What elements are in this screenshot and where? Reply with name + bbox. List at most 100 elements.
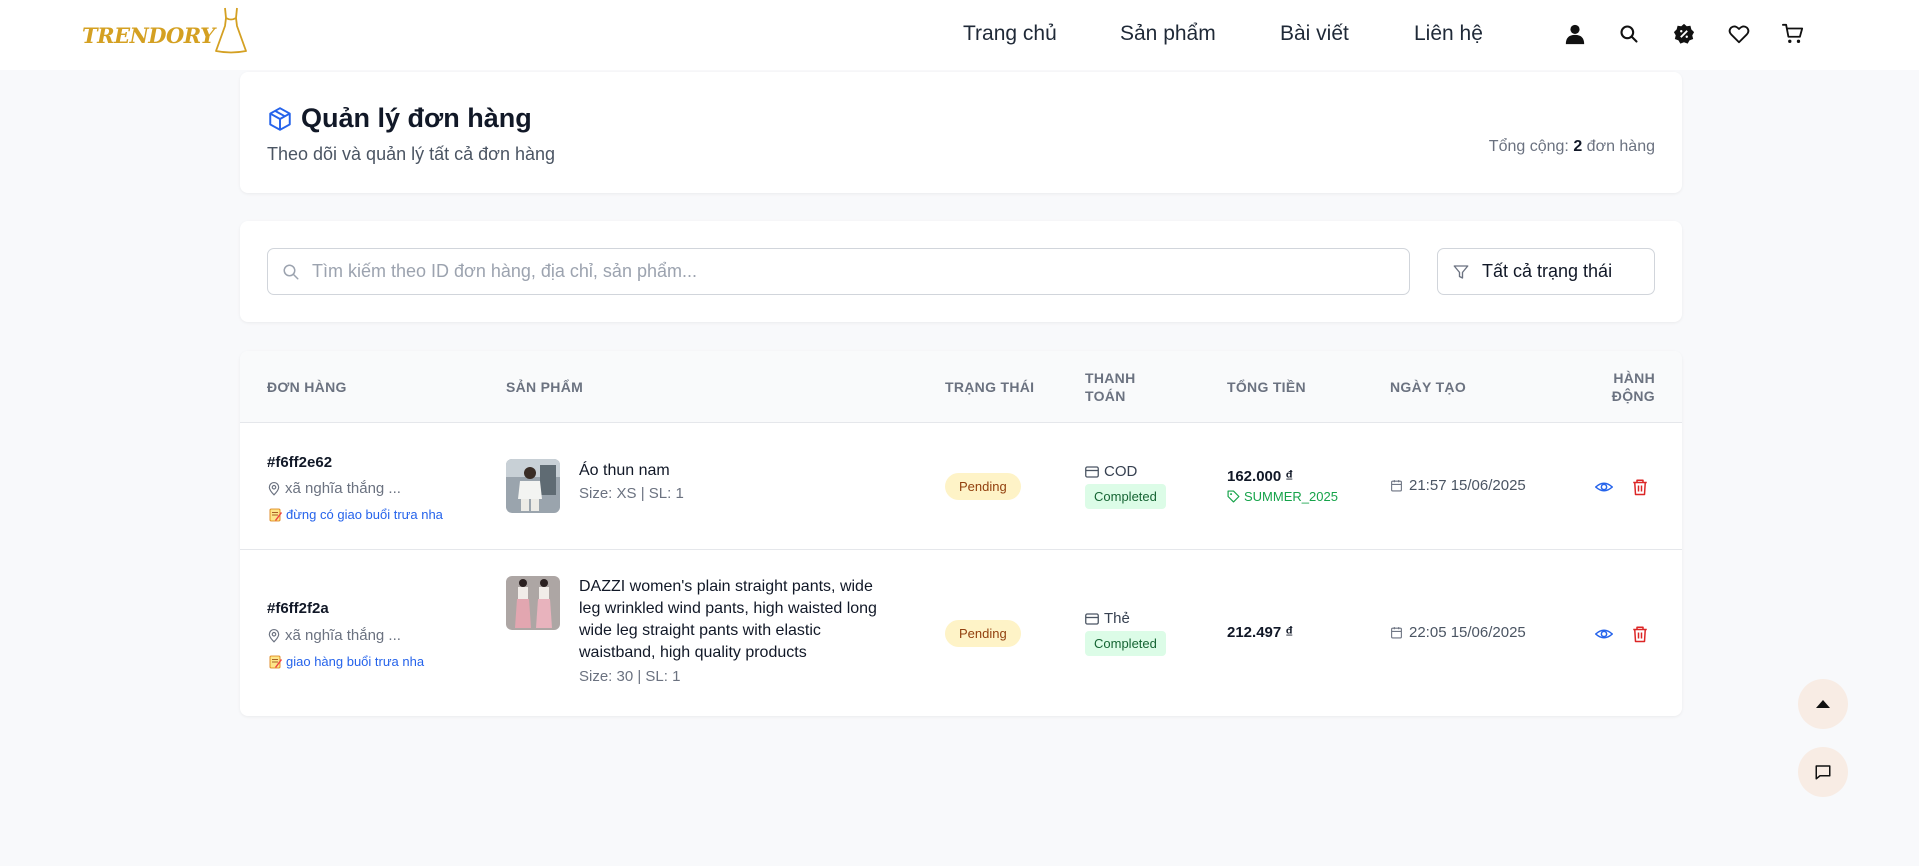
product-name-line: leg wrinkled wind pants, high waisted lo…: [579, 600, 877, 617]
nav-home[interactable]: Trang chủ: [963, 22, 1057, 46]
product-name[interactable]: DAZZI women's plain straight pants, wide…: [579, 576, 909, 664]
payment-method-text: COD: [1104, 463, 1138, 480]
col-status: TRẠNG THÁI: [945, 379, 1035, 395]
page-header-card: Quản lý đơn hàng Theo dõi và quản lý tất…: [240, 72, 1682, 193]
payment-method: Thẻ: [1085, 610, 1130, 627]
order-address-text: xã nghĩa thắng ...: [285, 627, 401, 644]
chat-icon: [1815, 765, 1831, 780]
logo[interactable]: TRENDORY: [82, 6, 249, 54]
payment-status-badge: Completed: [1085, 631, 1166, 656]
product-name-line: DAZZI women's plain straight pants, wide: [579, 578, 873, 595]
calendar-icon: [1391, 627, 1402, 639]
memo-icon: [269, 655, 282, 668]
cart-icon[interactable]: [1781, 22, 1805, 46]
order-date-text: 21:57 15/06/2025: [1409, 477, 1526, 494]
page-title: Quản lý đơn hàng: [301, 103, 532, 133]
payment-method: COD: [1085, 463, 1137, 480]
col-created: NGÀY TẠO: [1390, 379, 1467, 395]
order-address-text: xã nghĩa thắng ...: [285, 480, 401, 497]
memo-icon: [269, 508, 282, 521]
eye-icon: [1595, 482, 1613, 492]
col-actions-line1: HÀNH: [1613, 370, 1655, 386]
payment-status-badge: Completed: [1085, 484, 1166, 509]
product-thumbnail[interactable]: [506, 459, 560, 513]
caret-up-icon: [1816, 700, 1830, 708]
delete-order-button[interactable]: [1629, 476, 1651, 498]
total-number: 2: [1573, 138, 1583, 155]
order-date-text: 22:05 15/06/2025: [1409, 624, 1526, 641]
order-total-count: Tổng cộng: 2 đơn hàng: [1489, 138, 1655, 156]
product-thumbnail[interactable]: [506, 576, 560, 630]
order-note: đừng có giao buổi trưa nha: [269, 507, 443, 522]
order-address: xã nghĩa thắng ...: [267, 480, 401, 497]
orders-table: ĐƠN HÀNG SẢN PHẨM TRẠNG THÁI THANH TOÁN …: [240, 351, 1682, 716]
title-row: Quản lý đơn hàng: [267, 103, 532, 134]
top-navigation: TRENDORY Trang chủ Sản phẩm Bài viết Liê…: [0, 0, 1919, 70]
total-suffix: đơn hàng: [1586, 138, 1655, 155]
order-amount: 162.000 ₫: [1227, 468, 1294, 485]
coupon-text: SUMMER_2025: [1244, 489, 1338, 504]
col-actions-line2: ĐỘNG: [1611, 388, 1655, 404]
status-filter-select[interactable]: Tất cả trạng thái: [1437, 248, 1655, 295]
status-filter-value: Tất cả trạng thái: [1482, 261, 1613, 281]
order-address: xã nghĩa thắng ...: [267, 627, 401, 644]
nav-contact[interactable]: Liên hệ: [1414, 22, 1483, 46]
credit-card-icon: [1085, 612, 1099, 625]
table-row: #f6ff2e62 xã nghĩa thắng ... đừng có gia…: [240, 423, 1682, 550]
product-name-line: waistband, high quality products: [579, 644, 807, 661]
col-order: ĐƠN HÀNG: [267, 379, 347, 395]
dress-icon: [214, 7, 247, 54]
scroll-to-top-button[interactable]: [1798, 679, 1848, 729]
package-icon: [269, 106, 291, 131]
search-icon[interactable]: [1617, 22, 1641, 46]
col-product: SẢN PHẨM: [506, 379, 584, 395]
col-payment: THANH TOÁN: [1085, 369, 1136, 405]
heart-icon[interactable]: [1727, 22, 1751, 46]
calendar-icon: [1391, 480, 1402, 492]
status-badge: Pending: [945, 620, 1021, 647]
tag-icon: [1227, 490, 1240, 503]
order-note: giao hàng buổi trưa nha: [269, 654, 424, 669]
delete-order-button[interactable]: [1629, 623, 1651, 645]
eye-icon: [1595, 629, 1613, 639]
discount-badge-icon[interactable]: [1672, 22, 1696, 46]
col-payment-line1: THANH: [1085, 370, 1136, 386]
col-total: TỔNG TIỀN: [1227, 379, 1306, 395]
filter-icon: [1453, 264, 1469, 279]
order-id[interactable]: #f6ff2e62: [267, 454, 332, 471]
filter-card: Tất cả trạng thái: [240, 221, 1682, 322]
order-id[interactable]: #f6ff2f2a: [267, 600, 329, 617]
trash-icon: [1633, 479, 1647, 496]
product-name[interactable]: Áo thun nam: [579, 460, 670, 482]
logo-text: TRENDORY: [82, 23, 215, 48]
order-note-text: giao hàng buổi trưa nha: [286, 654, 425, 669]
order-amount: 212.497 ₫: [1227, 624, 1294, 641]
map-pin-icon: [268, 628, 280, 643]
search-icon: [283, 264, 299, 279]
trash-icon: [1633, 626, 1647, 643]
search-box[interactable]: [267, 248, 1410, 295]
col-payment-line2: TOÁN: [1085, 388, 1126, 404]
col-actions: HÀNH ĐỘNG: [1612, 369, 1655, 405]
view-order-button[interactable]: [1593, 476, 1615, 498]
table-header: ĐƠN HÀNG SẢN PHẨM TRẠNG THÁI THANH TOÁN …: [240, 351, 1682, 423]
product-meta: Size: 30 | SL: 1: [579, 668, 681, 685]
map-pin-icon: [268, 481, 280, 496]
table-row: #f6ff2f2a xã nghĩa thắng ... giao hàng b…: [240, 551, 1682, 716]
nav-blog[interactable]: Bài viết: [1280, 22, 1349, 46]
payment-method-text: Thẻ: [1104, 610, 1130, 627]
total-prefix: Tổng cộng:: [1488, 138, 1569, 155]
page-subtitle: Theo dõi và quản lý tất cả đơn hàng: [267, 144, 555, 164]
view-order-button[interactable]: [1593, 623, 1615, 645]
order-note-text: đừng có giao buổi trưa nha: [286, 507, 443, 522]
order-date: 21:57 15/06/2025: [1390, 477, 1526, 494]
coupon-code: SUMMER_2025: [1227, 489, 1338, 504]
order-date: 22:05 15/06/2025: [1390, 624, 1526, 641]
user-icon[interactable]: [1563, 22, 1587, 46]
search-input[interactable]: [312, 261, 1362, 282]
nav-products[interactable]: Sản phẩm: [1120, 22, 1216, 46]
chat-button[interactable]: [1798, 747, 1848, 797]
status-badge: Pending: [945, 473, 1021, 500]
product-meta: Size: XS | SL: 1: [579, 485, 684, 502]
product-name-line: wide leg straight pants with elastic: [579, 622, 821, 639]
